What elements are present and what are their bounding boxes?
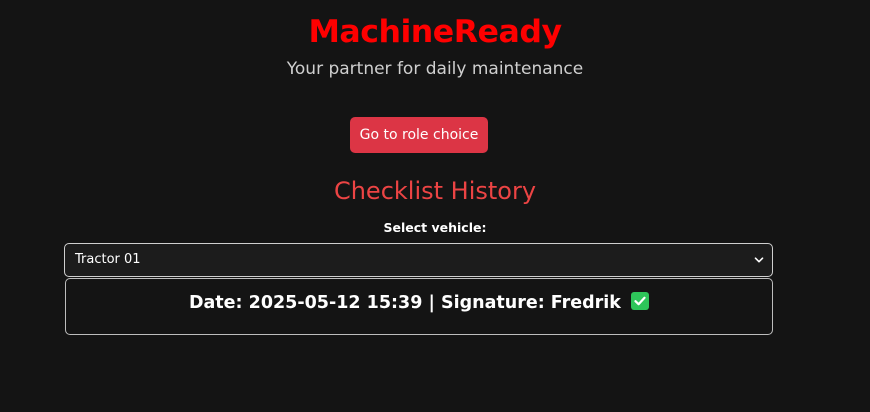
signature-label: Signature: (440, 293, 545, 313)
entry-date: 2025-05-12 15:39 (248, 293, 423, 313)
date-label: Date: (188, 293, 243, 313)
vehicle-select[interactable]: Tractor 01 (64, 243, 773, 277)
page-title: Checklist History (333, 177, 537, 205)
chevron-down-icon (754, 257, 764, 263)
check-mark-icon (631, 292, 650, 310)
select-vehicle-label: Select vehicle: (383, 220, 487, 235)
vehicle-select-value: Tractor 01 (75, 252, 141, 267)
brand-logo-text: MachineReady (308, 14, 562, 50)
entry-separator: | (428, 293, 435, 313)
go-to-role-choice-button[interactable]: Go to role choice (350, 117, 488, 153)
entry-signature: Fredrik (550, 293, 621, 313)
history-entry-card: Date: 2025-05-12 15:39 | Signature: Fred… (65, 278, 773, 335)
history-entry: Date: 2025-05-12 15:39 | Signature: Fred… (66, 291, 772, 315)
tagline: Your partner for daily maintenance (286, 59, 584, 79)
